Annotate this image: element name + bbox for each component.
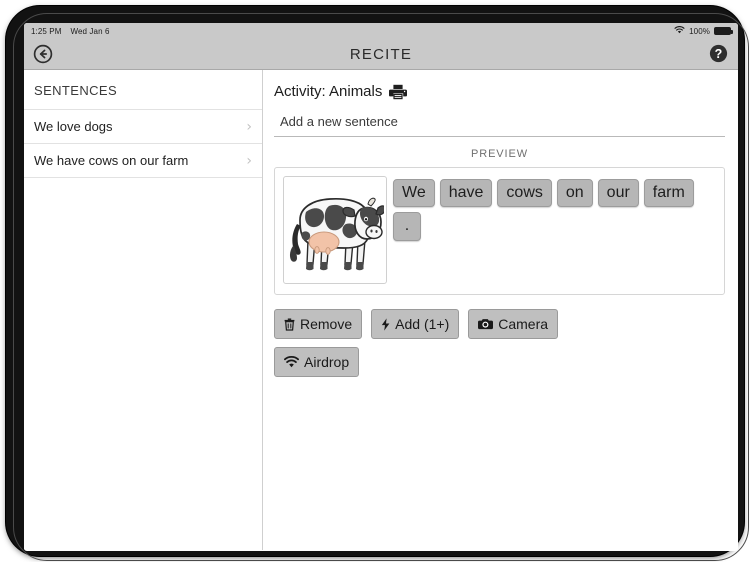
- word-tile[interactable]: on: [556, 179, 593, 208]
- battery-percent-label: 100%: [689, 26, 710, 36]
- sidebar-item-sentence-1[interactable]: We love dogs ›: [24, 109, 262, 143]
- status-time: 1:25 PM: [31, 26, 62, 36]
- preview-section-label: PREVIEW: [470, 148, 529, 160]
- ipad-device-frame: 1:25 PM Wed Jan 6 100% RECITE ? SENTENCE…: [6, 6, 749, 561]
- word-tile[interactable]: our: [597, 179, 639, 208]
- action-buttons-row-2: Airdrop: [274, 347, 725, 378]
- word-tile[interactable]: farm: [643, 179, 694, 208]
- word-tiles-area: We have cows on our farm .: [393, 176, 713, 241]
- camera-icon: [478, 318, 494, 330]
- action-buttons-row-1: Remove Add (1+) Camera: [274, 309, 725, 340]
- chevron-right-icon: ›: [246, 152, 252, 169]
- remove-button-label: Remove: [300, 316, 353, 332]
- sidebar-item-label: We love dogs: [34, 119, 113, 134]
- word-tile[interactable]: .: [393, 212, 421, 241]
- chevron-right-icon: ›: [246, 118, 252, 135]
- cow-illustration[interactable]: [283, 176, 387, 284]
- status-bar-left: 1:25 PM Wed Jan 6: [31, 27, 110, 36]
- camera-button-label: Camera: [498, 316, 549, 332]
- battery-full-icon: [714, 27, 733, 35]
- printer-icon[interactable]: [389, 84, 408, 100]
- navigation-bar: RECITE ?: [24, 39, 738, 70]
- help-question-circle-icon[interactable]: ?: [709, 44, 729, 64]
- airdrop-wifi-icon: [284, 356, 299, 368]
- ipad-screen: 1:25 PM Wed Jan 6 100% RECITE ? SENTENCE…: [24, 23, 738, 551]
- camera-button[interactable]: Camera: [468, 309, 559, 340]
- status-bar: 1:25 PM Wed Jan 6 100%: [24, 23, 738, 39]
- word-tile[interactable]: cows: [497, 179, 552, 208]
- sidebar-item-label: We have cows on our farm: [34, 153, 189, 168]
- word-tile[interactable]: have: [439, 179, 493, 208]
- page-title: RECITE: [349, 45, 413, 63]
- status-date: Wed Jan 6: [70, 26, 110, 36]
- activity-title: Activity: Animals: [274, 83, 383, 100]
- wifi-icon: [674, 26, 685, 36]
- app-body: SENTENCES We love dogs › We have cows on…: [24, 70, 738, 550]
- add-button[interactable]: Add (1+): [371, 309, 460, 340]
- lightning-bolt-icon: [381, 317, 390, 331]
- sentence-preview-box: We have cows on our farm .: [274, 167, 725, 295]
- status-bar-right: 100%: [674, 26, 733, 36]
- airdrop-button[interactable]: Airdrop: [274, 347, 360, 378]
- back-circle-arrow-icon[interactable]: [33, 44, 53, 64]
- sidebar-header: SENTENCES: [34, 83, 118, 98]
- add-button-label: Add (1+): [395, 316, 450, 332]
- airdrop-button-label: Airdrop: [304, 354, 350, 371]
- activity-content-pane: Activity: Animals Add a new sentence PRE…: [263, 70, 738, 550]
- trash-icon: [284, 318, 295, 331]
- new-sentence-input[interactable]: Add a new sentence: [274, 106, 725, 137]
- sidebar-item-sentence-2[interactable]: We have cows on our farm ›: [24, 143, 262, 178]
- remove-button[interactable]: Remove: [274, 309, 363, 340]
- word-tile[interactable]: We: [393, 179, 435, 208]
- svg-text:?: ?: [715, 47, 723, 61]
- activity-header-row: Activity: Animals: [274, 80, 725, 106]
- action-buttons: Remove Add (1+) Camera Airdrop: [274, 295, 725, 378]
- sentences-sidebar: SENTENCES We love dogs › We have cows on…: [24, 70, 263, 550]
